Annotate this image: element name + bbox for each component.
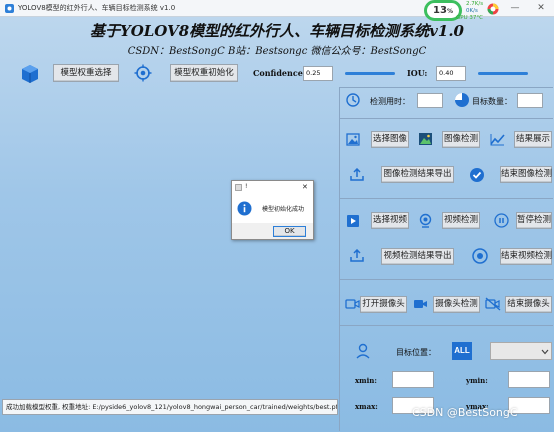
target-select-dropdown[interactable]	[490, 342, 552, 360]
chevron-down-icon	[541, 349, 549, 355]
init-weights-button[interactable]: 模型权重初始化	[170, 64, 238, 82]
line-chart-icon	[490, 134, 505, 146]
confidence-slider[interactable]	[345, 72, 395, 75]
ymin-field	[508, 371, 550, 388]
xmin-label: xmin:	[355, 376, 377, 385]
confidence-label: Confidence:	[253, 68, 306, 78]
window-title: YOLOV8模型的红外行人、车辆目标检测系统 v1.0	[18, 4, 176, 12]
webcam-icon	[419, 213, 432, 228]
page-subtitle: CSDN：BestSongC B站：Bestsongc 微信公众号：BestSo…	[127, 46, 427, 57]
open-camera-button[interactable]: 打开摄像头	[360, 296, 407, 313]
xmax-label: xmax:	[355, 402, 378, 411]
message-dialog: ! ✕ 模型初始化成功 OK	[231, 180, 314, 240]
export-video-icon	[350, 249, 364, 262]
stop-circle-icon	[472, 248, 488, 264]
stop-image-button[interactable]: 结束图像检测	[500, 166, 552, 183]
camera-off-icon	[485, 297, 501, 311]
pie-chart-icon	[455, 93, 469, 107]
select-image-button[interactable]: 选择图像	[371, 131, 409, 148]
pause-detect-button[interactable]: 暂停检测	[516, 212, 552, 229]
xmin-field	[392, 371, 434, 388]
cpu-unit: %	[446, 8, 453, 15]
network-stats: 2.7K/s 0K/s GPU 37°C	[456, 1, 483, 22]
browser-icon	[487, 3, 499, 15]
dialog-body: 模型初始化成功	[232, 194, 313, 223]
info-icon	[237, 201, 252, 216]
check-circle-icon	[470, 168, 484, 182]
minimize-button[interactable]: —	[504, 0, 526, 17]
dialog-message: 模型初始化成功	[262, 206, 305, 213]
camera-icon	[345, 299, 360, 309]
image-detect-button[interactable]: 图像检测	[442, 131, 480, 148]
stop-camera-button[interactable]: 结束摄像头	[505, 296, 552, 313]
dialog-title-bar: ! ✕	[232, 181, 313, 194]
target-settings-icon	[134, 64, 152, 82]
app-icon	[5, 4, 14, 13]
select-video-button[interactable]: 选择视频	[371, 212, 409, 229]
iou-slider[interactable]	[478, 72, 528, 75]
target-position-label: 目标位置：	[396, 348, 436, 357]
video-camera-icon	[414, 300, 427, 308]
video-detect-button[interactable]: 视频检测	[442, 212, 480, 229]
location-pin-icon	[356, 343, 370, 359]
status-bar: 成功加载模型权重, 权重地址: E:/pyside6_yolov8_121/yo…	[2, 399, 338, 415]
show-result-button[interactable]: 结果展示	[514, 131, 552, 148]
export-video-button[interactable]: 视频检测结果导出	[381, 248, 454, 265]
page-title: 基于YOLOV8模型的红外行人、车辆目标检测系统v1.0	[89, 22, 464, 40]
clock-icon	[346, 93, 360, 107]
stop-video-button[interactable]: 结束视频检测	[500, 248, 552, 265]
dialog-ok-button[interactable]: OK	[273, 226, 306, 237]
iou-label: IOU:	[407, 68, 428, 78]
target-count-label: 目标数量：	[472, 97, 512, 106]
iou-spinbox[interactable]: 0.40	[436, 66, 466, 81]
export-image-button[interactable]: 图像检测结果导出	[381, 166, 454, 183]
confidence-spinbox[interactable]: 0.25	[303, 66, 333, 81]
dialog-title: !	[245, 183, 248, 190]
close-window-button[interactable]: ✕	[530, 0, 552, 17]
ymin-label: ymin:	[466, 376, 488, 385]
net-down: 0K/s	[466, 8, 478, 14]
image-detect-icon	[419, 133, 432, 145]
dialog-app-icon	[235, 184, 242, 191]
target-count-field	[517, 93, 543, 108]
video-file-icon	[347, 215, 359, 227]
cube-icon	[22, 65, 38, 83]
dialog-close-button[interactable]: ✕	[302, 181, 308, 193]
image-icon	[346, 133, 360, 146]
detect-time-field	[417, 93, 443, 108]
net-up: 2.7K/s	[466, 1, 484, 7]
select-weights-button[interactable]: 模型权重选择	[53, 64, 119, 82]
camera-detect-button[interactable]: 摄像头检测	[433, 296, 480, 313]
cpu-percent: 13	[433, 5, 447, 16]
detect-time-label: 检测用时：	[370, 97, 410, 106]
watermark: CSDN @BestSongC	[412, 406, 518, 419]
all-targets-icon: ALL	[452, 342, 472, 360]
pause-icon	[494, 213, 509, 228]
export-icon	[350, 168, 364, 181]
